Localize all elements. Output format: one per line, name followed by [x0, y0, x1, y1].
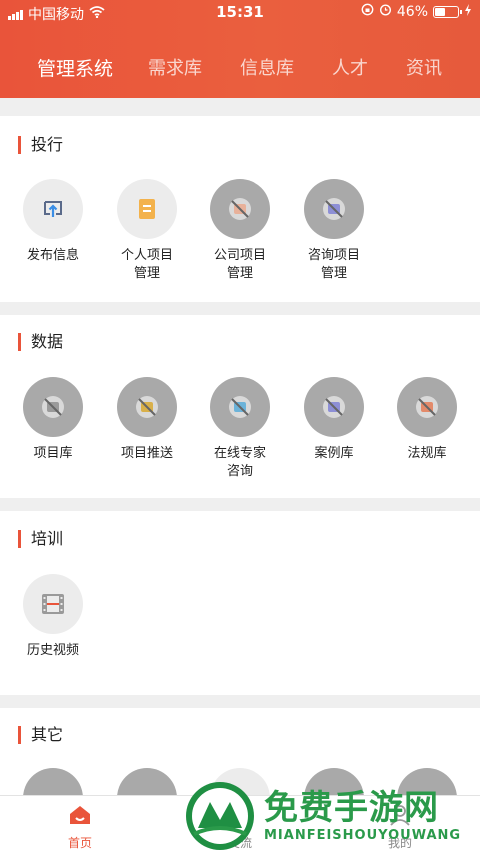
chat-icon — [192, 802, 288, 828]
section-title: 培训 — [18, 530, 63, 548]
other-item-4[interactable] — [287, 768, 381, 795]
broken-image-icon — [397, 377, 457, 437]
tab-news[interactable]: 资讯 — [406, 54, 442, 80]
document-icon — [117, 179, 177, 239]
section-other: 其它 — [0, 708, 480, 795]
tab-label: 首页 — [67, 836, 92, 850]
tab-management-system[interactable]: 管理系统 — [37, 54, 113, 81]
broken-image-icon — [304, 179, 364, 239]
other-item-2[interactable] — [100, 768, 194, 795]
broken-image-icon — [210, 377, 270, 437]
item-label: 在线专家 咨询 — [213, 446, 266, 479]
other-item-1[interactable] — [6, 768, 100, 795]
other-item-5[interactable] — [380, 768, 474, 795]
personal-project-button[interactable]: 个人项目 管理 — [100, 179, 194, 283]
charging-icon — [464, 3, 472, 20]
section-title: 数据 — [18, 333, 63, 351]
film-icon — [23, 574, 83, 634]
item-label: 项目推送 — [120, 446, 173, 461]
publish-info-button[interactable]: 发布信息 — [6, 179, 100, 265]
item-label: 个人项目 管理 — [120, 248, 173, 281]
section-data: 数据 项目库 项目推送 在线专家 咨询 案例库 法规库 — [0, 315, 480, 498]
item-label: 咨询项目 管理 — [307, 248, 360, 281]
broken-image-icon — [210, 179, 270, 239]
history-video-button[interactable]: 历史视频 — [6, 574, 100, 660]
project-push-button[interactable]: 项目推送 — [100, 377, 194, 463]
consulting-project-button[interactable]: 咨询项目 管理 — [287, 179, 381, 283]
broken-image-icon — [397, 768, 457, 795]
item-label: 法规库 — [407, 446, 447, 461]
battery-percent: 46% — [396, 3, 428, 20]
item-label: 发布信息 — [26, 248, 79, 263]
upload-icon — [23, 179, 83, 239]
item-label: 案例库 — [314, 446, 354, 461]
broken-image-icon — [117, 768, 177, 795]
section-training: 培训 历史视频 — [0, 511, 480, 695]
tab-talent[interactable]: 人才 — [332, 54, 368, 80]
section-title: 投行 — [18, 136, 63, 154]
user-icon — [352, 802, 448, 828]
section-investment-banking: 投行 发布信息 个人项目 管理 公司项目 管理 咨询项目 管理 — [0, 116, 480, 302]
broken-image-icon — [304, 768, 364, 795]
home-icon — [32, 802, 128, 828]
broken-image-icon — [23, 768, 83, 795]
top-nav: 管理系统 需求库 信息库 人才 资讯 — [0, 54, 480, 88]
tab-info-library[interactable]: 信息库 — [240, 54, 294, 80]
project-library-button[interactable]: 项目库 — [6, 377, 100, 463]
tab-exchange[interactable]: 交流 — [192, 802, 288, 851]
tab-home[interactable]: 首页 — [32, 802, 128, 851]
orientation-lock-icon — [361, 3, 374, 20]
regulation-library-button[interactable]: 法规库 — [380, 377, 474, 463]
online-expert-button[interactable]: 在线专家 咨询 — [193, 377, 287, 481]
alarm-icon — [379, 3, 392, 20]
main-content: 投行 发布信息 个人项目 管理 公司项目 管理 咨询项目 管理 数据 项目库 项… — [0, 98, 480, 795]
case-library-button[interactable]: 案例库 — [287, 377, 381, 463]
item-label: 项目库 — [33, 446, 73, 461]
section-title: 其它 — [18, 726, 63, 744]
broken-image-icon — [117, 377, 177, 437]
tab-label: 我的 — [387, 836, 412, 850]
status-bar: 中国移动 15:31 46% — [0, 0, 480, 26]
tab-demand-library[interactable]: 需求库 — [148, 54, 202, 80]
item-label: 公司项目 管理 — [213, 248, 266, 281]
company-project-button[interactable]: 公司项目 管理 — [193, 179, 287, 283]
tab-label: 交流 — [227, 836, 252, 850]
app-header: 中国移动 15:31 46% 管理系统 需求库 信息库 人才 资讯 — [0, 0, 480, 98]
item-label: 历史视频 — [26, 643, 79, 658]
tab-mine[interactable]: 我的 — [352, 802, 448, 851]
image-icon — [210, 768, 270, 795]
broken-image-icon — [23, 377, 83, 437]
bottom-tab-bar: 首页 交流 我的 — [0, 795, 480, 853]
other-item-3[interactable] — [193, 768, 287, 795]
battery-icon — [433, 5, 462, 18]
broken-image-icon — [304, 377, 364, 437]
